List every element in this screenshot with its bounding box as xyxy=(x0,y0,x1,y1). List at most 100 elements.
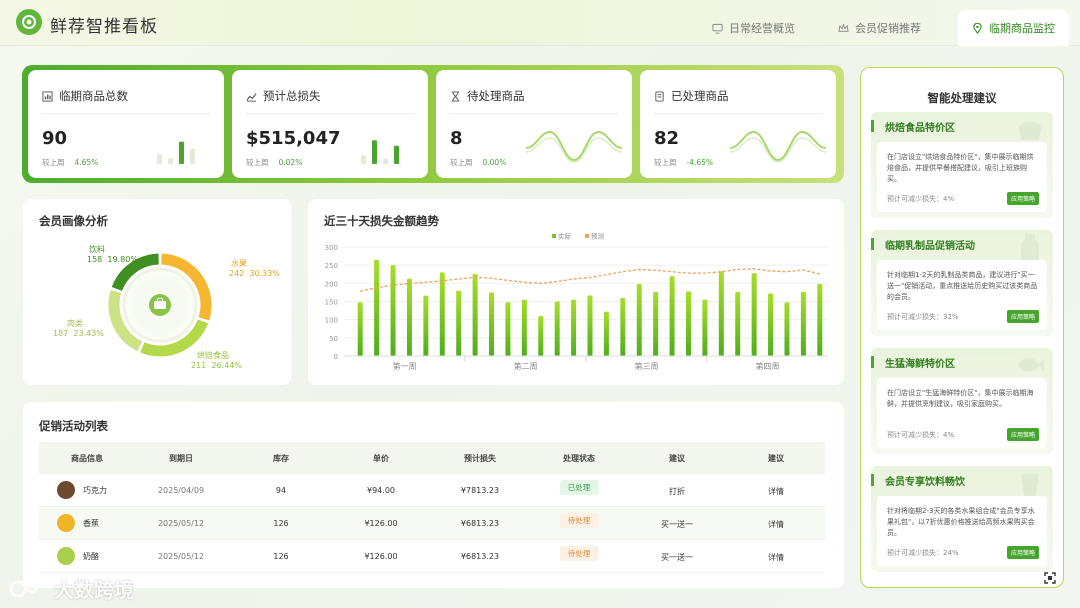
advice: 打折 xyxy=(669,487,685,496)
legend-swatch xyxy=(552,234,556,238)
table-row[interactable]: 巧克力 2025/04/09 94 ¥94.00 ¥7813.23 已处理 打折… xyxy=(39,474,825,507)
panel-title: 促销活动列表 xyxy=(39,419,108,433)
kpi-mini-bars xyxy=(157,141,195,164)
kpi-mini-bar xyxy=(394,145,399,164)
suggestion-title: 生猛海鲜特价区 xyxy=(885,359,955,370)
kpi-mini-bars xyxy=(361,140,399,164)
loss-trend-chart: 0 50 100 150 200 250 300 实际 预测第一周 第二周 第三周 第四周 xyxy=(325,232,828,371)
kpi-value: 8 xyxy=(450,128,463,149)
table-row[interactable]: 奶酪 2025/05/12 126 ¥126.00 ¥6813.23 待处理 买… xyxy=(39,540,825,573)
suggestion-estimate: 预计可减少损失：32% xyxy=(887,313,959,321)
details-link[interactable]: 详情 xyxy=(768,486,784,497)
member-profile-panel: 会员画像分析 饮料 158 19.80% 水果 242 30.33% 肉类 18… xyxy=(23,199,291,385)
smart-suggestions-panel: 智能处理建议 烘焙食品特价区 在门店设立"烘焙食品特价区"，集中展示临期烘焙食品… xyxy=(860,67,1064,588)
status-badge: 已处理 xyxy=(559,480,599,495)
stock: 126 xyxy=(273,519,289,528)
apply-strategy-button[interactable]: 应用策略 xyxy=(1006,192,1039,205)
y-tick-label: 200 xyxy=(325,280,338,288)
trend-bar xyxy=(751,273,757,356)
kpi-label: 待处理商品 xyxy=(467,89,525,103)
product-thumbnail xyxy=(57,547,75,565)
apply-strategy-button[interactable]: 应用策略 xyxy=(1006,428,1039,441)
tab-member-promo[interactable]: 会员促销推荐 xyxy=(838,10,921,46)
trend-bar xyxy=(669,276,675,356)
fullscreen-icon[interactable] xyxy=(1044,572,1056,584)
donut-label-bakery: 烘焙食品 211 26.44% xyxy=(191,351,242,370)
y-tick-label: 50 xyxy=(329,335,338,343)
product-thumbnail xyxy=(57,514,75,532)
suggestion-desc: 针对将临期2-3天的各类水果组合成"会员专享水果礼包"，以7折优惠价格推送给高频… xyxy=(887,507,1035,537)
trend-bar xyxy=(505,302,511,356)
trend-bar xyxy=(685,291,691,356)
details-link[interactable]: 详情 xyxy=(768,552,784,563)
trend-bar xyxy=(768,293,774,356)
suggestion-desc: 在门店设立"烘焙食品特价区"，集中展示临期烘焙食品，并提供早餐搭配建议，吸引上班… xyxy=(887,153,1034,183)
suggestion-desc: 针对临期1-2天的乳制品类商品，建议进行"买一送一"促销活动，重点推送给历史购买… xyxy=(887,271,1038,301)
estimated-loss: ¥6813.23 xyxy=(460,552,500,561)
trend-bar xyxy=(800,291,806,356)
location-pin-icon xyxy=(973,22,982,34)
suggestion-card: 会员专享饮料畅饮 针对将临期2-3天的各类水果组合成"会员专享水果礼包"，以7折… xyxy=(871,466,1053,572)
y-tick-label: 0 xyxy=(334,353,338,361)
kpi-value: 90 xyxy=(42,128,68,149)
watermark: 大数跨境 xyxy=(8,574,134,603)
unit-price: ¥94.00 xyxy=(367,486,395,495)
suggestion-title: 会员专享饮料畅饮 xyxy=(885,477,965,488)
column-header: 库存 xyxy=(273,454,289,463)
kpi-change: 4.65% xyxy=(74,158,99,167)
forecast-line xyxy=(360,268,820,292)
apply-strategy-button[interactable]: 应用策略 xyxy=(1006,546,1039,559)
kpi-compare: 较上周 4.65% xyxy=(42,158,99,167)
expiry-date: 2025/05/12 xyxy=(157,519,205,528)
app-logo xyxy=(16,9,42,35)
suggestion-estimate: 预计可减少损失：24% xyxy=(887,549,959,557)
column-header: 商品信息 xyxy=(71,454,103,463)
status-badge: 待处理 xyxy=(559,546,599,561)
unit-price: ¥126.00 xyxy=(364,552,398,561)
trend-bar xyxy=(554,301,560,356)
legend-swatch xyxy=(585,234,589,238)
kpi-wave-sparkline xyxy=(730,130,826,163)
trend-bar xyxy=(439,272,445,356)
legend-label: 预测 xyxy=(591,232,605,241)
kpi-compare: 较上周 0.02% xyxy=(246,158,303,167)
y-tick-label: 150 xyxy=(325,299,338,307)
kpi-mini-bar xyxy=(179,141,184,164)
top-header: 鲜荐智推看板 日常经营概览 会员促销推荐 临期商品监控 xyxy=(0,0,1080,46)
kpi-card-expiring-total: 临期商品总数 90 较上周 4.65% xyxy=(28,70,224,178)
suggestion-estimate: 预计可减少损失：4% xyxy=(887,431,955,439)
kpi-label: 临期商品总数 xyxy=(59,89,128,103)
trend-bar xyxy=(702,299,708,356)
suggestion-desc: 在门店设立"生猛海鲜特价区"，集中展示临期海鲜，并提供烹制建议，吸引家庭购买。 xyxy=(887,389,1034,408)
product-name: 巧克力 xyxy=(83,486,107,495)
suggestion-title: 烘焙食品特价区 xyxy=(885,123,955,134)
kpi-wave-sparkline xyxy=(526,130,622,163)
tab-daily-overview[interactable]: 日常经营概览 xyxy=(712,10,795,46)
kpi-mini-bar xyxy=(372,140,377,164)
trend-bar xyxy=(817,284,823,356)
trend-bar xyxy=(423,295,429,356)
kpi-mini-bar xyxy=(190,148,195,164)
expiry-date: 2025/05/12 xyxy=(157,552,205,561)
trend-bar xyxy=(784,302,790,356)
suggestion-card: 临期乳制品促销活动 针对临期1-2天的乳制品类商品，建议进行"买一送一"促销活动… xyxy=(871,230,1053,336)
suggestion-card: 生猛海鲜特价区 在门店设立"生猛海鲜特价区"，集中展示临期海鲜，并提供烹制建议，… xyxy=(871,348,1053,454)
details-link[interactable]: 详情 xyxy=(768,519,784,530)
kpi-change: 0.00% xyxy=(482,158,507,167)
tab-label: 日常经营概览 xyxy=(729,22,795,35)
advice: 买一送一 xyxy=(661,520,693,529)
trend-bar xyxy=(718,271,724,356)
tab-expiry-monitor[interactable]: 临期商品监控 xyxy=(958,10,1069,46)
promo-table-panel: 促销活动列表 商品信息 到期日 库存 单价 预计损失 处理状态 建议 建议 巧克… xyxy=(23,402,844,588)
table-row[interactable]: 香蕉 2025/05/12 126 ¥126.00 ¥6813.23 待处理 买… xyxy=(39,507,825,540)
x-tick-label: 第一周 xyxy=(393,361,417,371)
kpi-compare: 较上周 -4.65% xyxy=(654,158,714,167)
line-chart-icon xyxy=(246,92,257,102)
status-badge: 待处理 xyxy=(559,513,599,528)
apply-strategy-button[interactable]: 应用策略 xyxy=(1006,310,1039,323)
legend-label: 实际 xyxy=(558,232,572,241)
drink-icon xyxy=(1021,474,1039,496)
panel-title: 智能处理建议 xyxy=(927,91,997,105)
column-header: 建议 xyxy=(669,454,685,463)
x-tick-label: 第三周 xyxy=(635,361,659,371)
